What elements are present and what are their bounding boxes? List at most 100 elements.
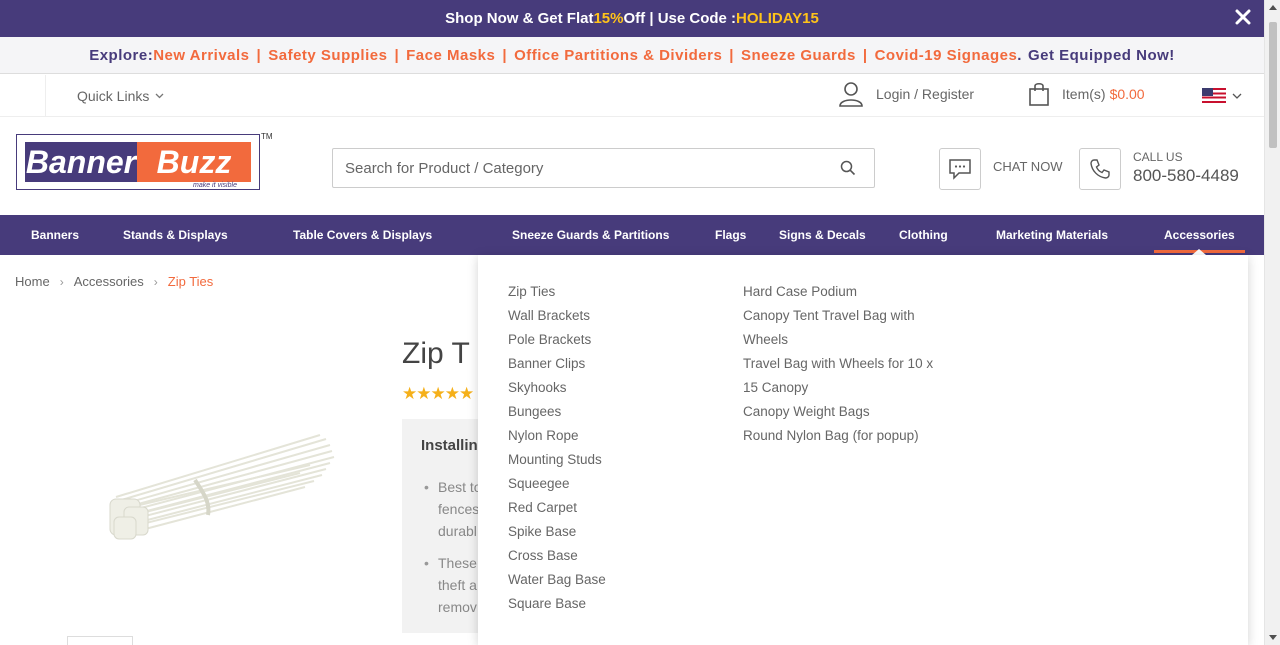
close-icon xyxy=(1235,9,1251,25)
logo-right: Buzz xyxy=(137,142,251,182)
scroll-up-arrow-icon[interactable] xyxy=(1269,5,1277,10)
utility-bar: Quick Links Login / Register Item(s) $0.0… xyxy=(0,75,1264,117)
nav-signs-decals[interactable]: Signs & Decals xyxy=(779,215,866,255)
explore-link-sneeze-guards[interactable]: Sneeze Guards xyxy=(741,47,856,64)
promo-text-1: Shop Now & Get Flat xyxy=(445,10,594,27)
scrollbar-thumb[interactable] xyxy=(1269,22,1277,148)
dropdown-item-squeegee[interactable]: Squeegee xyxy=(508,472,606,496)
dropdown-item-round-nylon-bag[interactable]: Round Nylon Bag (for popup) xyxy=(743,424,933,448)
dropdown-item-skyhooks[interactable]: Skyhooks xyxy=(508,376,606,400)
logo-left: Banner xyxy=(25,142,137,182)
nav-sneeze-guards[interactable]: Sneeze Guards & Partitions xyxy=(512,215,669,255)
info-line: fences xyxy=(438,501,480,517)
call-button[interactable] xyxy=(1079,148,1121,190)
nav-flags[interactable]: Flags xyxy=(715,215,746,255)
quick-links-dropdown[interactable]: Quick Links xyxy=(77,88,164,104)
dropdown-column-2: Hard Case Podium Canopy Tent Travel Bag … xyxy=(743,280,933,448)
info-line: Best to xyxy=(438,479,482,495)
chat-now-label[interactable]: CHAT NOW xyxy=(993,159,1063,174)
dropdown-item-spike-base[interactable]: Spike Base xyxy=(508,520,606,544)
dropdown-item-nylon-rope[interactable]: Nylon Rope xyxy=(508,424,606,448)
dropdown-item-water-bag-base[interactable]: Water Bag Base xyxy=(508,568,606,592)
dropdown-item-travel-bag-10x15[interactable]: Travel Bag with Wheels for 10 x xyxy=(743,352,933,376)
search-bar xyxy=(332,148,875,188)
bannerbuzz-logo[interactable]: Banner Buzz make it visible TM xyxy=(16,132,273,190)
info-line: remov xyxy=(438,599,477,615)
cart-items-text: Item(s) xyxy=(1062,86,1106,102)
accessories-dropdown-menu: Zip Ties Wall Brackets Pole Brackets Ban… xyxy=(478,255,1248,645)
chevron-down-icon xyxy=(155,93,164,99)
shopping-bag-icon xyxy=(1029,82,1049,106)
breadcrumb-home[interactable]: Home xyxy=(15,274,50,289)
call-us-label: CALL US xyxy=(1133,150,1183,164)
breadcrumb-current: Zip Ties xyxy=(167,274,214,289)
page: Shop Now & Get Flat 15% Off | Use Code :… xyxy=(0,0,1280,645)
us-flag-icon xyxy=(1202,88,1226,103)
info-line: theft a xyxy=(438,577,477,593)
dropdown-item-square-base[interactable]: Square Base xyxy=(508,592,606,616)
quick-links-label: Quick Links xyxy=(77,88,150,104)
chat-button[interactable] xyxy=(939,148,981,190)
dropdown-item-red-carpet[interactable]: Red Carpet xyxy=(508,496,606,520)
explore-cta: Get Equipped Now! xyxy=(1027,46,1175,64)
login-register-link[interactable]: Login / Register xyxy=(838,81,974,107)
info-heading: Installing xyxy=(421,437,487,454)
explore-period: . xyxy=(1017,46,1022,64)
dropdown-column-1: Zip Ties Wall Brackets Pole Brackets Ban… xyxy=(508,280,606,616)
zip-ties-product-image[interactable] xyxy=(100,425,340,545)
dropdown-item-canopy-tent-travel-bag[interactable]: Canopy Tent Travel Bag with xyxy=(743,304,933,328)
phone-number[interactable]: 800-580-4489 xyxy=(1133,166,1239,186)
nav-clothing[interactable]: Clothing xyxy=(899,215,948,255)
logo-tagline: make it visible xyxy=(193,182,237,189)
nav-marketing-materials[interactable]: Marketing Materials xyxy=(996,215,1108,255)
nav-table-covers[interactable]: Table Covers & Displays xyxy=(293,215,432,255)
breadcrumb-accessories[interactable]: Accessories xyxy=(74,274,144,289)
dropdown-item-bungees[interactable]: Bungees xyxy=(508,400,606,424)
product-title: Zip T xyxy=(402,337,470,370)
product-thumbnail[interactable] xyxy=(67,636,133,645)
bullet-icon: • xyxy=(424,555,429,571)
close-promo-button[interactable] xyxy=(1232,7,1254,29)
dropdown-item-wall-brackets[interactable]: Wall Brackets xyxy=(508,304,606,328)
dropdown-item-hard-case-podium[interactable]: Hard Case Podium xyxy=(743,280,933,304)
cart-amount: $0.00 xyxy=(1109,86,1145,102)
page-scrollbar[interactable] xyxy=(1264,0,1280,645)
chat-icon xyxy=(949,159,971,180)
chevron-down-icon xyxy=(1232,93,1242,99)
explore-link-office-partitions[interactable]: Office Partitions & Dividers xyxy=(514,47,722,64)
promo-bar: Shop Now & Get Flat 15% Off | Use Code :… xyxy=(0,0,1264,37)
dropdown-item-pole-brackets[interactable]: Pole Brackets xyxy=(508,328,606,352)
explore-link-face-masks[interactable]: Face Masks xyxy=(406,47,495,64)
cart-link[interactable]: Item(s) $0.00 xyxy=(1028,81,1145,107)
explore-link-covid-signages[interactable]: Covid-19 Signages xyxy=(875,47,1018,64)
main-nav: Banners Stands & Displays Table Covers &… xyxy=(0,215,1264,255)
dropdown-item-zip-ties[interactable]: Zip Ties xyxy=(508,280,606,304)
info-line: These xyxy=(438,555,477,571)
cart-items-label: Item(s) $0.00 xyxy=(1062,86,1145,102)
logo-tm: TM xyxy=(261,132,273,141)
country-selector[interactable] xyxy=(1202,88,1242,103)
product-rating-stars[interactable]: ★★★★★ xyxy=(402,384,474,404)
explore-link-new-arrivals[interactable]: New Arrivals xyxy=(153,47,249,64)
dropdown-item-travel-bag-10x15-cont[interactable]: 15 Canopy xyxy=(743,376,933,400)
dropdown-item-canopy-tent-travel-bag-cont[interactable]: Wheels xyxy=(743,328,933,352)
explore-link-safety-supplies[interactable]: Safety Supplies xyxy=(268,47,387,64)
search-icon[interactable] xyxy=(840,160,856,176)
dropdown-item-mounting-studs[interactable]: Mounting Studs xyxy=(508,448,606,472)
info-line: durabl xyxy=(438,523,477,539)
nav-stands-displays[interactable]: Stands & Displays xyxy=(123,215,228,255)
dropdown-item-canopy-weight-bags[interactable]: Canopy Weight Bags xyxy=(743,400,933,424)
explore-label: Explore: xyxy=(89,46,154,64)
scroll-down-arrow-icon[interactable] xyxy=(1269,635,1277,640)
phone-icon xyxy=(1090,159,1110,179)
dropdown-item-cross-base[interactable]: Cross Base xyxy=(508,544,606,568)
search-input[interactable] xyxy=(333,149,813,187)
promo-text-2: Off | Use Code : xyxy=(623,10,737,27)
dropdown-item-banner-clips[interactable]: Banner Clips xyxy=(508,352,606,376)
chevron-right-icon: › xyxy=(59,274,64,289)
chevron-right-icon: › xyxy=(153,274,158,289)
nav-banners[interactable]: Banners xyxy=(31,215,79,255)
utility-spacer xyxy=(0,75,46,117)
promo-code: HOLIDAY15 xyxy=(736,10,819,27)
explore-bar: Explore: New Arrivals | Safety Supplies | … xyxy=(0,37,1264,74)
